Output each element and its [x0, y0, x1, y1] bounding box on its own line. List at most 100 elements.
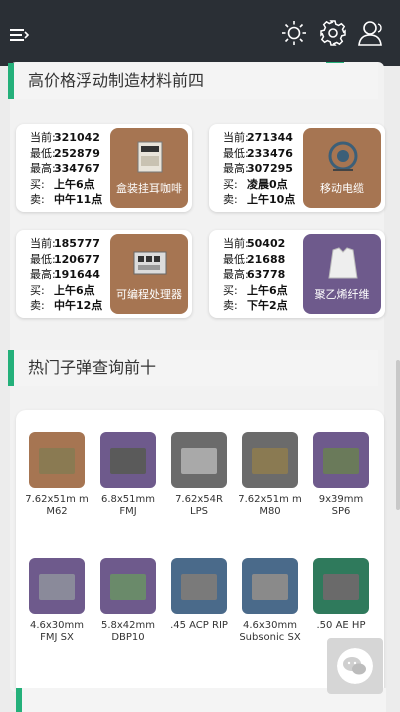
scrollbar[interactable]	[396, 360, 400, 510]
low-price: 233476	[247, 146, 293, 160]
bullet-item[interactable]: 4.6x30mm Subsonic SX	[237, 558, 303, 644]
ammo-box-icon	[181, 574, 217, 600]
top-app-bar	[0, 0, 400, 66]
label-low: 最低:	[223, 146, 249, 160]
bullet-thumbnail	[171, 558, 227, 614]
item-name: 可编程处理器	[116, 288, 182, 301]
buy-time: 上午6点	[247, 283, 288, 297]
bullet-thumbnail	[242, 432, 298, 488]
materials-section-title: 高价格浮动制造材料前四	[8, 63, 378, 99]
label-low: 最低:	[30, 146, 56, 160]
current-price: 321042	[54, 131, 100, 144]
label-high: 最高:	[30, 162, 56, 175]
bullet-thumbnail	[313, 558, 369, 614]
bullet-item[interactable]: 6.8x51mm FMJ	[95, 432, 161, 518]
bullet-thumbnail	[100, 558, 156, 614]
processor-icon	[133, 251, 167, 275]
label-sell: 卖:	[30, 299, 45, 312]
bullet-thumbnail	[100, 432, 156, 488]
low-price: 120677	[54, 252, 100, 266]
label-current: 当前:	[30, 237, 56, 250]
high-price: 63778	[247, 268, 286, 281]
ammo-box-icon	[39, 448, 75, 474]
bullet-item[interactable]: 7.62x51m m M62	[24, 432, 90, 518]
sell-time: 中午11点	[54, 193, 103, 206]
buy-time: 上午6点	[54, 283, 95, 297]
buy-time: 上午6点	[54, 177, 95, 191]
label-high: 最高:	[223, 162, 249, 175]
ammo-box-icon	[252, 448, 288, 474]
fiber-sheet-icon	[328, 247, 358, 279]
ammo-box-icon	[110, 448, 146, 474]
label-low: 最低:	[30, 252, 56, 266]
high-price: 334767	[54, 162, 100, 175]
label-current: 当前:	[223, 237, 249, 250]
label-buy: 买:	[30, 177, 45, 191]
buy-time: 凌晨0点	[247, 177, 288, 191]
sell-time: 中午12点	[54, 299, 103, 312]
ammo-box-icon	[323, 448, 359, 474]
bullet-thumbnail	[29, 558, 85, 614]
wechat-icon	[337, 648, 373, 684]
high-price: 191644	[54, 268, 100, 281]
coffee-box-icon	[137, 141, 163, 173]
item-thumbnail: 聚乙烯纤维	[303, 234, 381, 314]
bullet-item[interactable]: 7.62x54R LPS	[166, 432, 232, 518]
high-price: 307295	[247, 162, 293, 175]
material-card[interactable]: 当前:271344 最低:233476 最高:307295 买: 凌晨0点 卖: 上…	[209, 124, 385, 212]
sun-icon[interactable]	[279, 18, 309, 48]
label-sell: 卖:	[223, 299, 238, 312]
gear-icon[interactable]	[318, 18, 348, 48]
bullet-name: 5.8x42mm DBP10	[100, 620, 156, 643]
label-current: 当前:	[30, 131, 56, 144]
bullet-name: 4.6x30mm FMJ SX	[29, 620, 85, 643]
bullet-name: 7.62x54R LPS	[175, 494, 223, 517]
bullet-item[interactable]: .50 AE HP	[308, 558, 374, 632]
user-icon[interactable]	[357, 18, 387, 48]
bullet-thumbnail	[171, 432, 227, 488]
bullet-item[interactable]: 4.6x30mm FMJ SX	[24, 558, 90, 644]
item-thumbnail: 可编程处理器	[110, 234, 188, 314]
ammo-box-icon	[252, 574, 288, 600]
bullet-item[interactable]: 9x39mm SP6	[308, 432, 374, 518]
bullet-name: 9x39mm SP6	[318, 494, 364, 517]
bullet-thumbnail	[242, 558, 298, 614]
sell-time: 下午2点	[247, 299, 288, 312]
sell-time: 上午10点	[247, 193, 296, 206]
label-sell: 卖:	[223, 193, 238, 206]
material-card[interactable]: 当前:185777 最低:120677 最高:191644 买: 上午6点 卖: 中…	[16, 230, 192, 318]
item-thumbnail: 移动电缆	[303, 128, 381, 208]
bullet-name: 4.6x30mm Subsonic SX	[239, 620, 301, 643]
bullet-name: .45 ACP RIP	[170, 620, 228, 631]
bullet-name: 7.62x51m m M62	[25, 494, 89, 517]
bullet-thumbnail	[29, 432, 85, 488]
ammo-box-icon	[39, 574, 75, 600]
label-buy: 买:	[223, 177, 238, 191]
wechat-button[interactable]	[327, 638, 383, 694]
label-low: 最低:	[223, 252, 249, 266]
ammo-box-icon	[181, 448, 217, 474]
current-price: 185777	[54, 237, 100, 250]
cable-reel-icon	[328, 141, 358, 171]
item-name: 聚乙烯纤维	[314, 288, 370, 301]
material-card[interactable]: 当前:321042 最低:252879 最高:334767 买: 上午6点 卖: 中…	[16, 124, 192, 212]
low-price: 21688	[247, 252, 286, 266]
bullet-item[interactable]: 5.8x42mm DBP10	[95, 558, 161, 644]
current-price: 50402	[247, 237, 286, 250]
material-card[interactable]: 当前:50402 最低:21688 最高:63778 买: 上午6点 卖: 下午2点…	[209, 230, 385, 318]
label-high: 最高:	[223, 268, 249, 281]
bullet-name: 6.8x51mm FMJ	[100, 494, 156, 517]
bullet-name: 7.62x51m m M80	[238, 494, 302, 517]
low-price: 252879	[54, 146, 100, 160]
menu-icon[interactable]	[4, 20, 34, 50]
ammo-box-icon	[110, 574, 146, 600]
current-price: 271344	[247, 131, 293, 144]
label-current: 当前:	[223, 131, 249, 144]
bullet-item[interactable]: 7.62x51m m M80	[237, 432, 303, 518]
item-name: 移动电缆	[320, 182, 364, 195]
bullet-thumbnail	[313, 432, 369, 488]
item-thumbnail: 盒装挂耳咖啡	[110, 128, 188, 208]
label-sell: 卖:	[30, 193, 45, 206]
bullet-item[interactable]: .45 ACP RIP	[166, 558, 232, 632]
label-buy: 买:	[30, 283, 45, 297]
